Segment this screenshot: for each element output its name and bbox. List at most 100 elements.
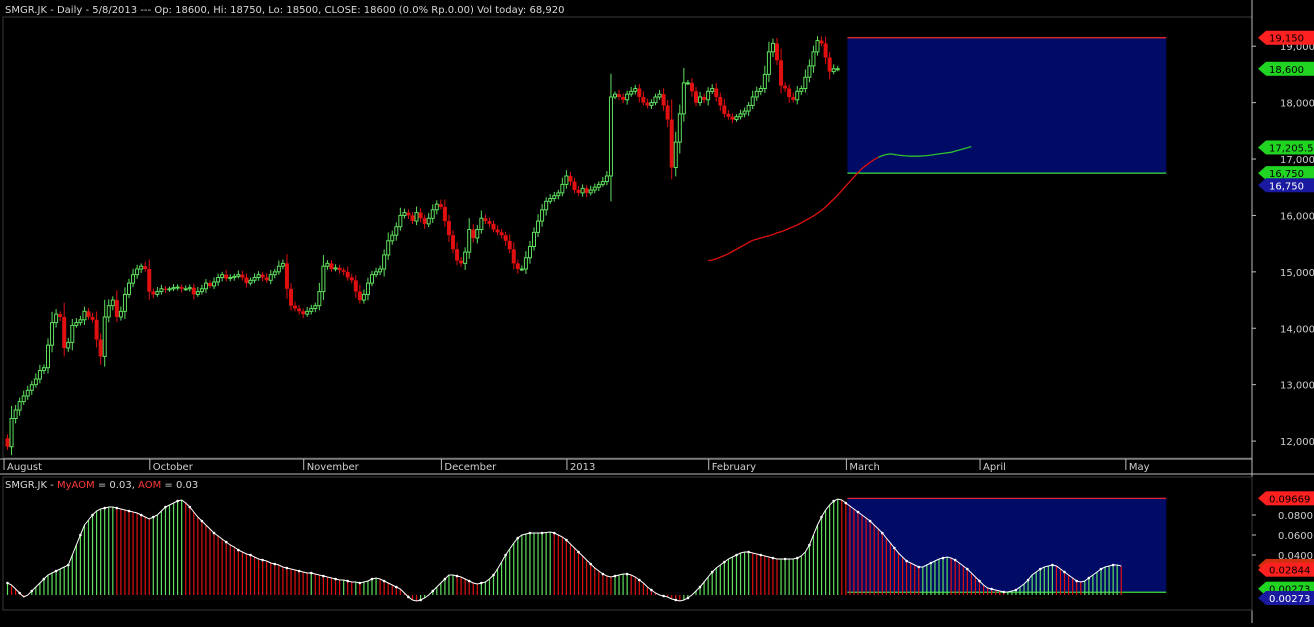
candle-body-down xyxy=(98,339,103,357)
candle-body-down xyxy=(297,308,302,312)
candle-body-up xyxy=(402,212,407,216)
candle-body-down xyxy=(143,266,148,270)
candle-body-up xyxy=(479,217,484,231)
aom-point xyxy=(152,515,155,519)
aom-point xyxy=(42,577,46,581)
candle-body-down xyxy=(775,43,779,61)
aom-point xyxy=(1099,567,1103,571)
candle-body-down xyxy=(191,287,196,295)
candle-body-down xyxy=(641,96,646,103)
candle-body-down xyxy=(5,438,10,447)
candle-body-up xyxy=(398,214,403,228)
candle-body-down xyxy=(617,94,622,97)
candle-body-down xyxy=(357,291,362,301)
candle-body-down xyxy=(726,113,731,117)
price-tick-label: 18,000 xyxy=(1280,99,1314,110)
candle-body-up xyxy=(333,267,338,270)
candle-body-down xyxy=(783,85,788,89)
date-tick-label: August xyxy=(7,462,42,473)
aom-point xyxy=(127,509,131,513)
candle-body-up xyxy=(21,395,26,403)
candle-body-up xyxy=(203,282,208,290)
indicator-aom-label: AOM xyxy=(138,480,161,491)
aom-point xyxy=(917,565,921,569)
candle-body-down xyxy=(345,271,350,278)
candle-body-up xyxy=(66,341,71,349)
candle-body-up xyxy=(803,76,808,90)
chart-canvas[interactable]: 12,000 13,000 14,000 15,000 16,000 17,000 18,0… xyxy=(0,0,1314,623)
candle-body-down xyxy=(689,82,694,92)
candle-body-down xyxy=(637,88,642,97)
candle-body-down xyxy=(471,229,476,238)
candle-body-down xyxy=(791,96,796,100)
aom-point xyxy=(1075,579,1078,583)
aom-point xyxy=(686,596,690,600)
aom-point xyxy=(273,562,277,566)
candle-body-down xyxy=(410,215,415,222)
candle-body-down xyxy=(584,188,589,193)
candle-body-up xyxy=(523,257,528,270)
date-tick-label: October xyxy=(153,462,194,473)
date-tick-label: April xyxy=(983,462,1006,473)
aom-point xyxy=(832,499,835,503)
candle-body-up xyxy=(212,281,217,287)
candle-body-up xyxy=(414,212,419,222)
candle-body-down xyxy=(163,288,168,290)
candle-body-up xyxy=(799,88,804,92)
aom-point xyxy=(565,538,568,542)
candle-body-up xyxy=(41,367,46,372)
candle-body-down xyxy=(787,88,792,97)
date-tick-label: November xyxy=(307,462,360,473)
aom-point xyxy=(893,546,896,550)
candle-body-down xyxy=(114,300,119,317)
candle-body-up xyxy=(29,384,34,391)
aom-point xyxy=(710,570,714,574)
stock-chart[interactable]: 12,000 13,000 14,000 15,000 16,000 17,000 18,0… xyxy=(0,0,1314,623)
indicator-range-box xyxy=(847,498,1167,593)
aom-point xyxy=(978,579,981,583)
aom-point xyxy=(285,566,289,570)
aom-point xyxy=(431,589,435,593)
candle-body-up xyxy=(592,186,597,191)
aom-point xyxy=(443,577,447,581)
aom-point xyxy=(504,553,507,557)
aom-point xyxy=(224,540,228,544)
candle-body-up xyxy=(604,175,609,183)
aom-point xyxy=(783,557,787,561)
candle-body-up xyxy=(754,90,759,98)
price-tick-label: 13,000 xyxy=(1280,381,1314,392)
candle-body-up xyxy=(220,274,225,278)
aom-point xyxy=(212,531,216,535)
candle-body-down xyxy=(147,269,152,292)
candle-body-down xyxy=(511,249,516,264)
price-tag-label: 16,750 xyxy=(1269,181,1304,192)
candle-body-down xyxy=(224,274,229,279)
candle-body-down xyxy=(665,105,670,120)
candle-body-down xyxy=(495,229,500,233)
aom-point xyxy=(759,553,763,557)
candle-body-down xyxy=(442,206,447,222)
aom-point xyxy=(953,558,957,562)
candle-body-up xyxy=(560,183,565,194)
aom-point xyxy=(6,581,9,585)
price-chart-header: SMGR.JK - Daily - 5/8/2013 --- Op: 18600… xyxy=(5,5,564,16)
aom-point xyxy=(188,505,192,509)
candle-body-down xyxy=(827,57,832,72)
candle-body-down xyxy=(284,263,289,289)
price-tag-label: 18,600 xyxy=(1269,65,1304,76)
candle-body-down xyxy=(260,274,265,278)
indicator-symbol: SMGR.JK - xyxy=(5,480,57,491)
candle-body-up xyxy=(608,96,613,177)
aom-point xyxy=(674,598,678,602)
aom-point xyxy=(467,579,471,583)
candle-body-up xyxy=(770,42,775,53)
candle-body-up xyxy=(596,183,601,188)
aom-point xyxy=(176,499,179,503)
aom-point xyxy=(638,578,641,582)
aom-point xyxy=(808,543,811,547)
candle-body-up xyxy=(795,90,800,101)
candle-body-up xyxy=(110,299,115,307)
aom-point xyxy=(516,536,520,540)
price-tick-label: 12,000 xyxy=(1280,437,1314,448)
candle-body-up xyxy=(9,418,14,448)
